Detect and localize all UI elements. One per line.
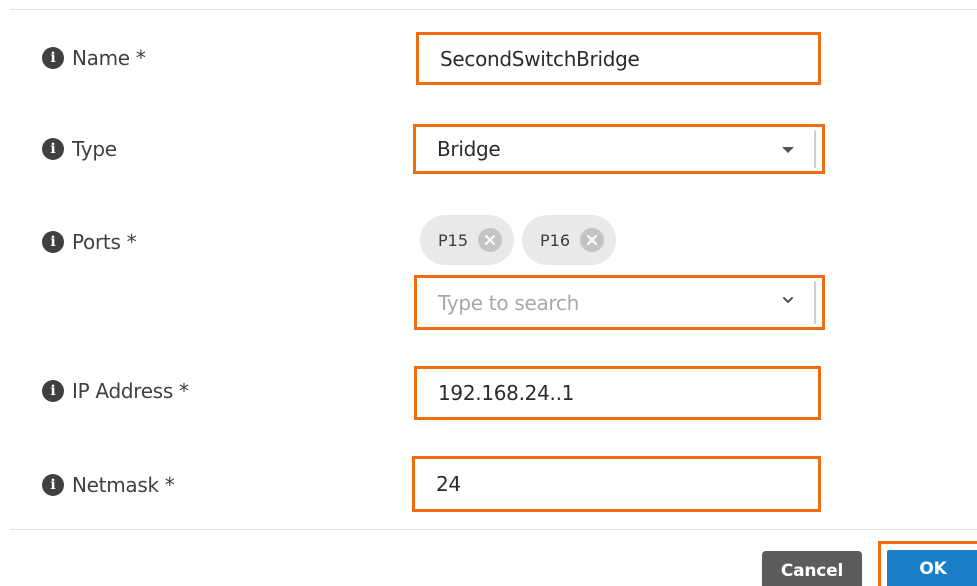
ports-chips: P15 P16 [420, 215, 617, 265]
ip-address-value: 192.168.24..1 [438, 381, 575, 405]
type-label-row: i Type [42, 135, 117, 163]
select-edge [814, 130, 816, 168]
caret-down-icon[interactable] [782, 147, 794, 153]
ok-button[interactable]: OK [878, 541, 977, 586]
port-chip-label: P15 [438, 230, 469, 250]
cancel-button[interactable]: Cancel [762, 551, 862, 586]
ip-address-input[interactable]: 192.168.24..1 [414, 366, 821, 420]
port-chip: P15 [420, 215, 515, 265]
info-icon[interactable]: i [42, 231, 64, 253]
port-chip: P16 [522, 215, 617, 265]
chevron-down-icon[interactable] [782, 294, 794, 306]
netmask-label: Netmask * [72, 473, 175, 497]
name-label: Name * [72, 46, 146, 70]
close-circle-icon[interactable] [478, 228, 503, 252]
ports-search-placeholder: Type to search [438, 290, 579, 315]
name-input[interactable]: SecondSwitchBridge [416, 32, 821, 85]
netmask-input[interactable]: 24 [412, 456, 821, 512]
info-icon[interactable]: i [42, 138, 64, 160]
info-icon[interactable]: i [42, 474, 64, 496]
type-label: Type [72, 137, 117, 161]
info-icon[interactable]: i [42, 380, 64, 402]
ip-address-label: IP Address * [72, 379, 189, 403]
netmask-value: 24 [436, 472, 461, 496]
ip-address-label-row: i IP Address * [42, 377, 189, 405]
info-icon[interactable]: i [42, 47, 64, 69]
netmask-label-row: i Netmask * [42, 471, 175, 499]
name-input-value: SecondSwitchBridge [440, 46, 640, 71]
select-edge [814, 281, 816, 324]
type-select[interactable]: Bridge [413, 124, 825, 174]
top-divider [10, 9, 977, 10]
name-label-row: i Name * [42, 44, 146, 72]
ports-label: Ports * [72, 230, 137, 254]
ports-search-input[interactable]: Type to search [414, 275, 825, 330]
ok-button-label: OK [887, 550, 977, 586]
ports-label-row: i Ports * [42, 228, 137, 256]
port-chip-label: P16 [540, 230, 571, 250]
bottom-divider [10, 529, 977, 530]
bridge-dialog: i Name * SecondSwitchBridge i Type Bridg… [0, 0, 977, 586]
type-select-value: Bridge [437, 137, 501, 161]
close-circle-icon[interactable] [580, 228, 605, 252]
